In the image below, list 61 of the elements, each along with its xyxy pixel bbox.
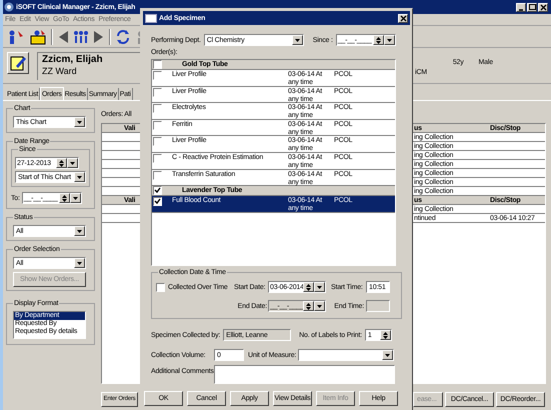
maximize-button[interactable] — [527, 2, 537, 12]
spin-button[interactable] — [303, 301, 314, 311]
spinner-icon — [306, 302, 311, 310]
people-icon — [7, 28, 25, 44]
checkbox[interactable] — [153, 197, 162, 206]
close-icon — [399, 14, 407, 22]
caret-icon — [386, 38, 392, 42]
patient-name: Zzicm, Elijah — [42, 54, 103, 66]
dropdown-button[interactable] — [74, 172, 85, 182]
dropdown-button[interactable] — [74, 226, 85, 236]
caret-icon — [77, 120, 82, 124]
checkbox[interactable] — [153, 186, 162, 196]
spin-button[interactable] — [380, 330, 391, 340]
close-icon — [539, 3, 547, 11]
spinner-icon — [376, 36, 381, 44]
maximize-icon — [528, 3, 536, 11]
ward-name: ZZ Ward — [42, 66, 77, 77]
caret-icon — [77, 176, 82, 178]
unit-dropdown[interactable] — [298, 349, 394, 361]
people-icon — [73, 28, 89, 44]
back-arrow-icon — [57, 28, 69, 44]
close-button[interactable] — [538, 2, 548, 12]
close-button[interactable] — [398, 14, 408, 22]
caret-icon — [294, 38, 300, 42]
caret-icon — [317, 286, 322, 288]
refresh-icon — [115, 28, 131, 44]
spin-button[interactable] — [303, 282, 314, 292]
spin-button[interactable] — [372, 35, 384, 45]
caret-icon — [385, 354, 390, 356]
time-field[interactable] — [366, 300, 390, 312]
dropdown-button[interactable] — [314, 301, 325, 311]
dropdown-button[interactable] — [74, 258, 85, 268]
edit-button[interactable] — [7, 52, 29, 74]
window-icon — [145, 14, 157, 22]
spinner-icon — [306, 284, 311, 290]
spinner-icon — [382, 332, 388, 338]
dropdown-button[interactable] — [74, 117, 85, 127]
comments-field[interactable] — [214, 365, 395, 384]
dropdown-button[interactable] — [70, 193, 81, 203]
spinner-icon — [62, 194, 67, 202]
checkbox[interactable] — [153, 60, 162, 69]
caret-icon — [317, 304, 322, 308]
dropdown-button[interactable] — [382, 350, 394, 360]
dropdown-button[interactable] — [314, 282, 325, 292]
spinner-icon — [59, 160, 64, 166]
toolbar-button[interactable] — [29, 28, 47, 46]
notepad-pencil-icon — [10, 55, 26, 71]
forward-arrow-icon — [93, 28, 105, 44]
minimize-button[interactable] — [516, 2, 526, 12]
caret-icon — [77, 262, 82, 264]
caret-icon — [77, 230, 82, 232]
spin-button[interactable] — [58, 193, 70, 203]
dropdown-button[interactable] — [384, 35, 395, 45]
caret-icon — [72, 196, 78, 200]
caret-icon — [70, 162, 75, 164]
dropdown-button[interactable] — [67, 158, 78, 168]
app-icon — [4, 2, 14, 12]
dropdown-button[interactable] — [292, 35, 303, 45]
folder-people-icon — [29, 28, 47, 44]
spin-button[interactable] — [56, 158, 67, 168]
checkbox[interactable] — [156, 282, 165, 292]
